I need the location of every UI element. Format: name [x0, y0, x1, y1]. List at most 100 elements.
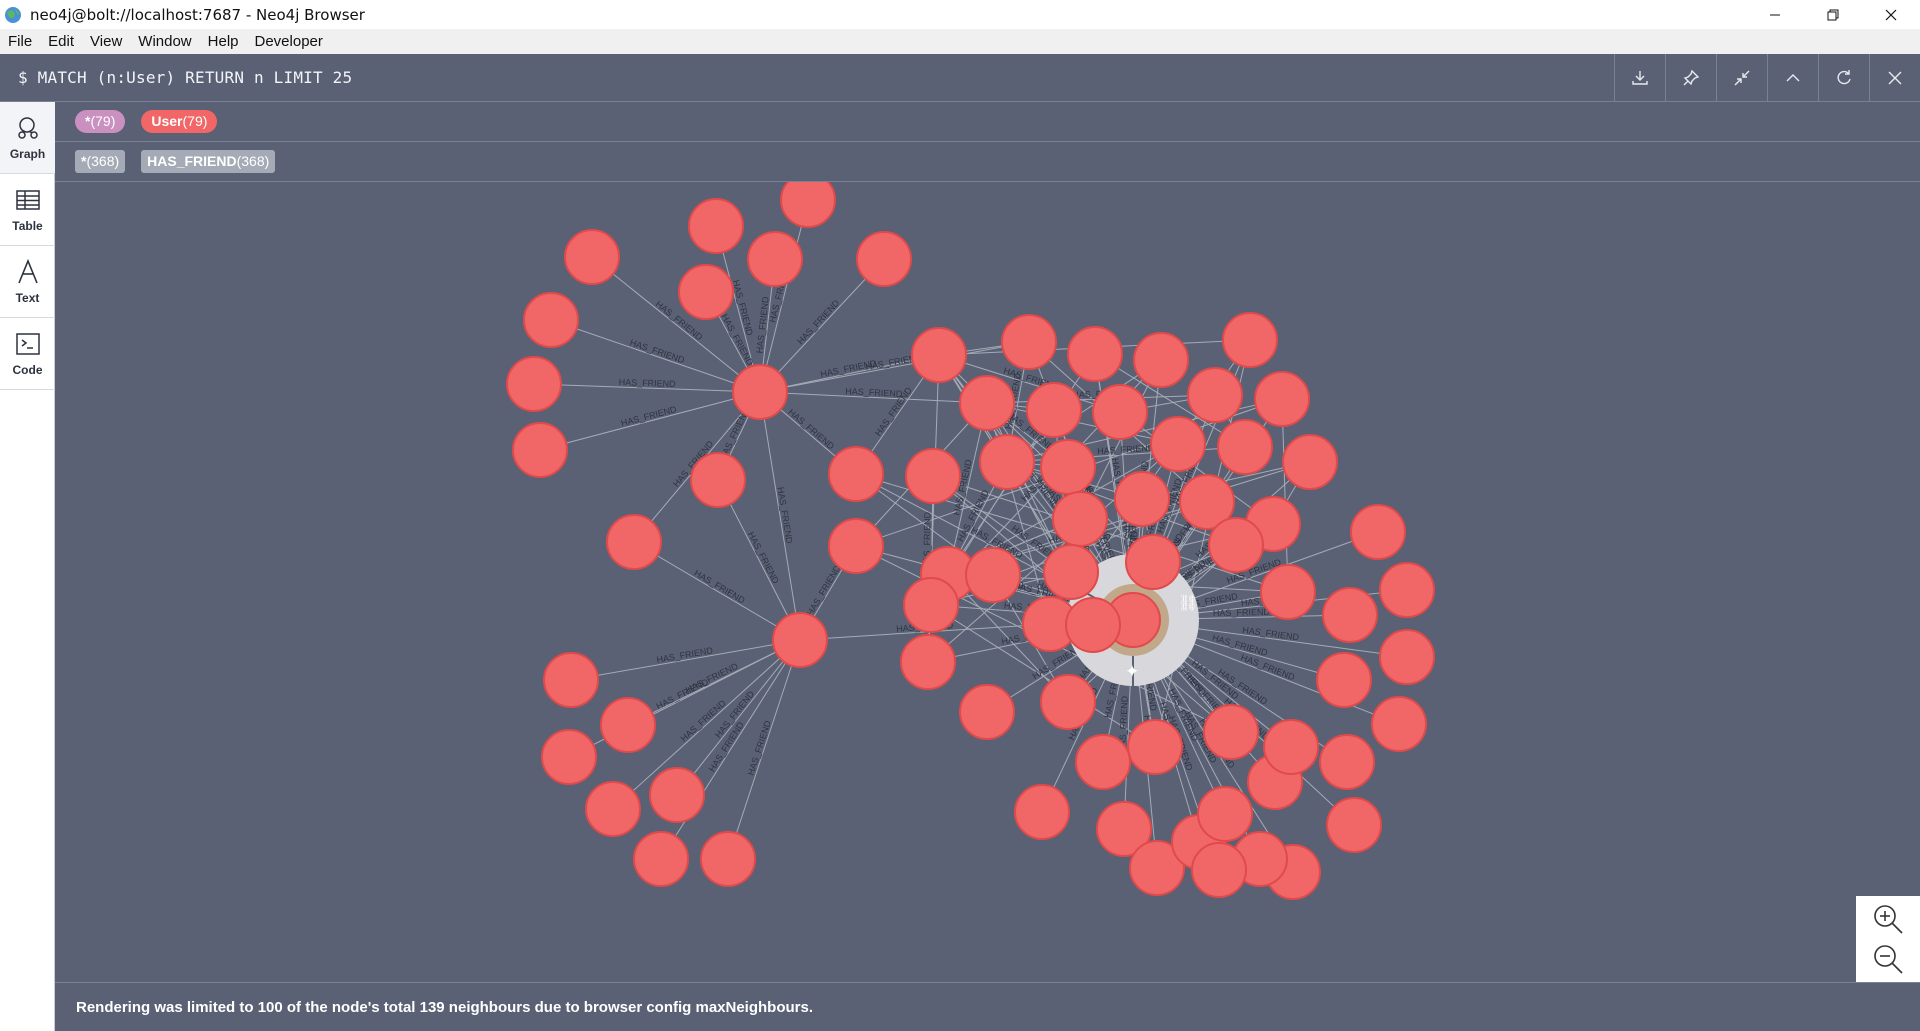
user-node[interactable]: [905, 448, 961, 504]
user-node[interactable]: [911, 327, 967, 383]
user-node[interactable]: [1065, 597, 1121, 653]
pin-button[interactable]: [1665, 53, 1716, 102]
user-node[interactable]: [747, 231, 803, 287]
user-node[interactable]: [606, 514, 662, 570]
user-node[interactable]: [1326, 797, 1382, 853]
user-node[interactable]: [1052, 491, 1108, 547]
user-node[interactable]: [1133, 332, 1189, 388]
user-node[interactable]: [732, 364, 788, 420]
relationship-has-friend[interactable]: [676, 639, 801, 796]
user-node[interactable]: [979, 434, 1035, 490]
user-node[interactable]: [1114, 471, 1170, 527]
user-node[interactable]: [1067, 326, 1123, 382]
menu-window[interactable]: Window: [130, 29, 199, 54]
user-node[interactable]: [1379, 562, 1435, 618]
user-node[interactable]: [959, 375, 1015, 431]
expand-node-icon[interactable]: ✦: [1125, 662, 1139, 682]
menu-help[interactable]: Help: [200, 29, 247, 54]
menu-view[interactable]: View: [82, 29, 130, 54]
user-node[interactable]: [1125, 534, 1181, 590]
menu-developer[interactable]: Developer: [247, 29, 331, 54]
user-node[interactable]: [678, 264, 734, 320]
user-node[interactable]: [1187, 367, 1243, 423]
user-node[interactable]: [772, 612, 828, 668]
relationship-has-friend[interactable]: [1281, 398, 1289, 593]
user-node[interactable]: [506, 356, 562, 412]
rerun-button[interactable]: [1818, 53, 1869, 102]
view-tab-table[interactable]: Table: [0, 174, 55, 246]
user-node[interactable]: [1379, 629, 1435, 685]
user-node[interactable]: [700, 831, 756, 887]
user-node[interactable]: [1322, 587, 1378, 643]
user-node[interactable]: [649, 767, 705, 823]
user-node[interactable]: [828, 518, 884, 574]
user-node[interactable]: [1350, 504, 1406, 560]
legend-rel-all[interactable]: *(368): [75, 150, 126, 173]
close-frame-button[interactable]: [1869, 53, 1920, 102]
graph-visualization[interactable]: HAS_FRIEND HAS_FRIEND HAS_FRIENDHAS_FRIEND…: [55, 182, 1920, 982]
user-node[interactable]: [1371, 696, 1427, 752]
relationship-has-friend[interactable]: [570, 639, 801, 681]
user-node[interactable]: [688, 198, 744, 254]
user-node[interactable]: [1263, 719, 1319, 775]
legend-node-user[interactable]: User(79): [141, 110, 218, 133]
user-node[interactable]: [633, 831, 689, 887]
zoom-out-icon[interactable]: [1872, 943, 1904, 975]
graph-canvas[interactable]: HAS_FRIEND HAS_FRIEND HAS_FRIEND HAS_FRIEND…: [55, 182, 1920, 982]
view-tab-text[interactable]: Text: [0, 246, 55, 318]
user-node[interactable]: [1026, 382, 1082, 438]
user-node[interactable]: [1282, 434, 1338, 490]
user-node[interactable]: [1217, 419, 1273, 475]
user-node[interactable]: [903, 577, 959, 633]
view-tab-code[interactable]: Code: [0, 318, 55, 390]
relationship-has-friend[interactable]: [759, 391, 801, 641]
user-node[interactable]: [1260, 564, 1316, 620]
relationship-has-friend[interactable]: [759, 199, 809, 393]
user-node[interactable]: [1197, 786, 1253, 842]
user-node[interactable]: [690, 452, 746, 508]
user-node[interactable]: [1040, 674, 1096, 730]
user-node[interactable]: [523, 292, 579, 348]
user-node[interactable]: [828, 446, 884, 502]
user-node[interactable]: [1208, 517, 1264, 573]
user-node[interactable]: [1150, 416, 1206, 472]
view-tab-graph[interactable]: Graph: [0, 102, 55, 174]
download-button[interactable]: [1614, 53, 1665, 102]
user-node[interactable]: [1092, 384, 1148, 440]
user-node[interactable]: [856, 231, 912, 287]
user-node[interactable]: [900, 634, 956, 690]
user-node[interactable]: [564, 229, 620, 285]
user-node[interactable]: [1222, 312, 1278, 368]
user-node[interactable]: [1014, 784, 1070, 840]
user-node[interactable]: [959, 684, 1015, 740]
user-node[interactable]: [965, 547, 1021, 603]
user-node[interactable]: [1316, 652, 1372, 708]
user-node[interactable]: [541, 729, 597, 785]
user-node[interactable]: [1040, 439, 1096, 495]
user-node[interactable]: [512, 422, 568, 478]
collapse-button[interactable]: [1716, 53, 1767, 102]
user-node[interactable]: [1191, 842, 1247, 898]
menu-edit[interactable]: Edit: [40, 29, 82, 54]
close-window-button[interactable]: [1862, 0, 1920, 29]
user-node[interactable]: [780, 182, 836, 228]
user-node[interactable]: [1127, 719, 1183, 775]
user-node[interactable]: [585, 781, 641, 837]
legend-rel-has-friend[interactable]: HAS_FRIEND(368): [141, 150, 276, 173]
user-node[interactable]: [1203, 704, 1259, 760]
user-node[interactable]: [1043, 544, 1099, 600]
user-node[interactable]: [1075, 734, 1131, 790]
user-node[interactable]: [1001, 314, 1057, 370]
query-text[interactable]: $ MATCH (n:User) RETURN n LIMIT 25: [0, 68, 1614, 87]
user-node[interactable]: [543, 652, 599, 708]
unlock-node-icon[interactable]: ⛓: [1178, 593, 1198, 612]
restore-button[interactable]: [1804, 0, 1862, 29]
fold-up-button[interactable]: [1767, 53, 1818, 102]
user-node[interactable]: [1319, 734, 1375, 790]
legend-node-all[interactable]: *(79): [75, 110, 126, 133]
zoom-in-icon[interactable]: [1872, 903, 1904, 935]
user-node[interactable]: [1254, 371, 1310, 427]
menu-file[interactable]: File: [0, 29, 40, 54]
user-node[interactable]: [600, 697, 656, 753]
minimize-button[interactable]: [1746, 0, 1804, 29]
